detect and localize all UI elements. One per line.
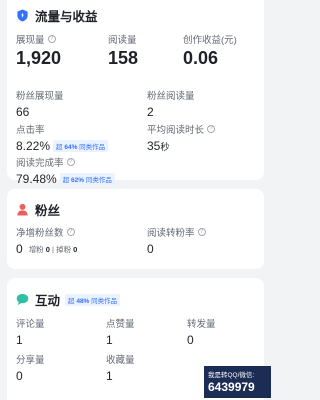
reads-stat[interactable]: 阅读量 158 [108,32,138,69]
net-fans-value: 0 [16,242,23,256]
likes-value: 1 [106,333,113,347]
traffic-title: 流量与收益 [35,10,98,24]
shield-blue-icon [17,9,28,22]
read-to-fan-stat[interactable]: 阅读转粉率 ? 0 [147,225,206,256]
earnings-stat[interactable]: 创作收益(元) 0.06 [183,32,237,69]
impressions-label: 展现量 [16,35,45,46]
favorites-label: 收藏量 [106,355,135,366]
watermark-line1: 我是转QQ/微信: [208,372,255,379]
reposts-stat[interactable]: 转发量 0 [187,316,216,347]
comments-label: 评论量 [16,319,45,330]
info-icon[interactable]: ? [207,125,216,133]
traffic-header: 流量与收益 [16,6,98,25]
avg-read-time-unit: 秒 [160,141,170,152]
traffic-card: 流量与收益 展现量 ? 1,920 阅读量 158 创作收益(元) 0.06 粉… [7,0,264,186]
fans-header: 粉丝 [16,200,60,219]
ctr-label: 点击率 [16,125,45,136]
net-fans-stat[interactable]: 净增粉丝数 ? 0 增粉 0 | 掉粉 0 [16,225,77,256]
interact-title: 互动 [35,294,61,308]
read-to-fan-label: 阅读转粉率 [147,228,195,239]
avg-read-time-stat[interactable]: 平均阅读时长 ? 35 秒 [147,122,216,153]
ctr-value: 8.22 [16,139,40,153]
interact-header: 互动 超 48% 同类作品 [16,290,121,309]
reads-value: 158 [108,48,139,68]
ctr-stat[interactable]: 点击率 8.22 % 超 64% 同类作品 [16,122,109,153]
fan-reads-value: 2 [147,105,154,119]
completion-rank-badge: 超 62% 同类作品 [59,173,115,185]
reposts-label: 转发量 [187,319,216,330]
comments-stat[interactable]: 评论量 1 [16,316,45,347]
completion-unit: % [46,172,57,186]
comments-value: 1 [16,333,23,347]
interact-rank-badge: 超 48% 同类作品 [65,293,121,306]
fans-card: 粉丝 净增粉丝数 ? 0 增粉 0 | 掉粉 0 阅读转粉率 ? 0 [7,189,264,269]
completion-value: 79.48 [16,172,47,186]
reads-label: 阅读量 [108,35,137,46]
info-icon[interactable]: ? [66,158,75,166]
reposts-value: 0 [187,333,194,347]
shares-label: 分享量 [16,355,45,366]
chat-bubble-icon [16,293,29,306]
fan-reads-stat[interactable]: 粉丝阅读量 2 [147,88,195,119]
fans-gain-loss: 增粉 0 | 掉粉 0 [28,244,78,254]
net-fans-label: 净增粉丝数 [16,228,64,239]
likes-label: 点赞量 [106,319,135,330]
fan-impressions-stat[interactable]: 粉丝展现量 66 [16,88,64,119]
info-icon[interactable]: ? [197,228,206,236]
earnings-value: 0.06 [183,48,219,68]
favorites-stat[interactable]: 收藏量 1 [106,352,135,383]
likes-stat[interactable]: 点赞量 1 [106,316,135,347]
fan-reads-label: 粉丝阅读量 [147,91,195,102]
completion-stat[interactable]: 阅读完成率 ? 79.48 % 超 62% 同类作品 [16,155,115,186]
fans-title: 粉丝 [35,204,61,218]
impressions-value: 1,920 [16,48,62,68]
info-icon[interactable]: ? [66,228,75,236]
completion-label: 阅读完成率 [16,158,64,169]
impressions-stat[interactable]: 展现量 ? 1,920 [16,32,61,69]
earnings-label: 创作收益(元) [183,35,237,46]
person-icon [17,203,28,216]
avg-read-time-label: 平均阅读时长 [147,125,205,136]
contact-watermark: 我是转QQ/微信: 6439979 [204,366,271,398]
shares-stat[interactable]: 分享量 0 [16,352,45,383]
read-to-fan-value: 0 [147,242,154,256]
info-icon[interactable]: ? [47,35,56,43]
ctr-rank-badge: 超 64% 同类作品 [53,140,109,152]
avg-read-time-value: 35 [147,139,161,153]
watermark-line2: 6439979 [208,380,255,394]
fan-impressions-value: 66 [16,105,30,119]
ctr-unit: % [39,139,51,153]
favorites-value: 1 [106,369,113,383]
shares-value: 0 [16,369,23,383]
fan-impressions-label: 粉丝展现量 [16,91,64,102]
